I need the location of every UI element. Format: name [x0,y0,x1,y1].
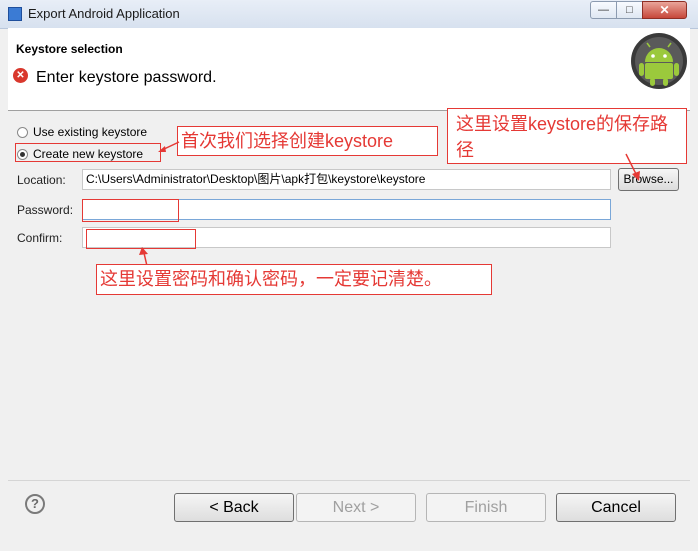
confirm-label: Confirm: [17,231,63,245]
maximize-button[interactable]: □ [616,1,643,19]
minimize-button[interactable]: — [590,1,617,19]
first-time-annotation: 首次我们选择创建keystore [177,126,438,156]
error-message: Enter keystore password. [36,69,217,86]
password-label: Password: [17,203,74,217]
location-label: Location: [17,173,66,187]
confirm-highlight-box [86,229,196,249]
save-path-annotation: 这里设置keystore的保存路径 [447,108,687,164]
next-button[interactable]: Next > [296,493,416,522]
create-new-highlight-box [15,143,161,162]
use-existing-keystore-option[interactable]: Use existing keystore [17,125,147,139]
android-logo-icon [631,33,687,89]
arrow-icon [625,153,640,181]
use-existing-label: Use existing keystore [33,125,148,139]
finish-button[interactable]: Finish [426,493,546,522]
close-button[interactable]: ✕ [642,1,687,19]
help-icon[interactable]: ? [25,494,45,514]
password-highlight-box [82,199,179,222]
error-icon: ✕ [13,68,28,83]
back-button[interactable]: < Back [174,493,294,522]
use-existing-radio[interactable] [17,126,28,138]
footer-divider [8,480,690,481]
wizard-header: Keystore selection ✕ Enter keystore pass… [8,28,690,111]
app-icon [8,7,22,21]
title-bar: Export Android Application — □ ✕ [0,0,698,29]
window-title: Export Android Application [28,6,180,21]
arrow-icon [158,141,180,152]
cancel-button[interactable]: Cancel [556,493,676,522]
location-field[interactable]: C:\Users\Administrator\Desktop\图片\apk打包\… [82,169,611,190]
password-annotation: 这里设置密码和确认密码，一定要记清楚。 [96,264,492,295]
page-title: Keystore selection [16,42,123,56]
